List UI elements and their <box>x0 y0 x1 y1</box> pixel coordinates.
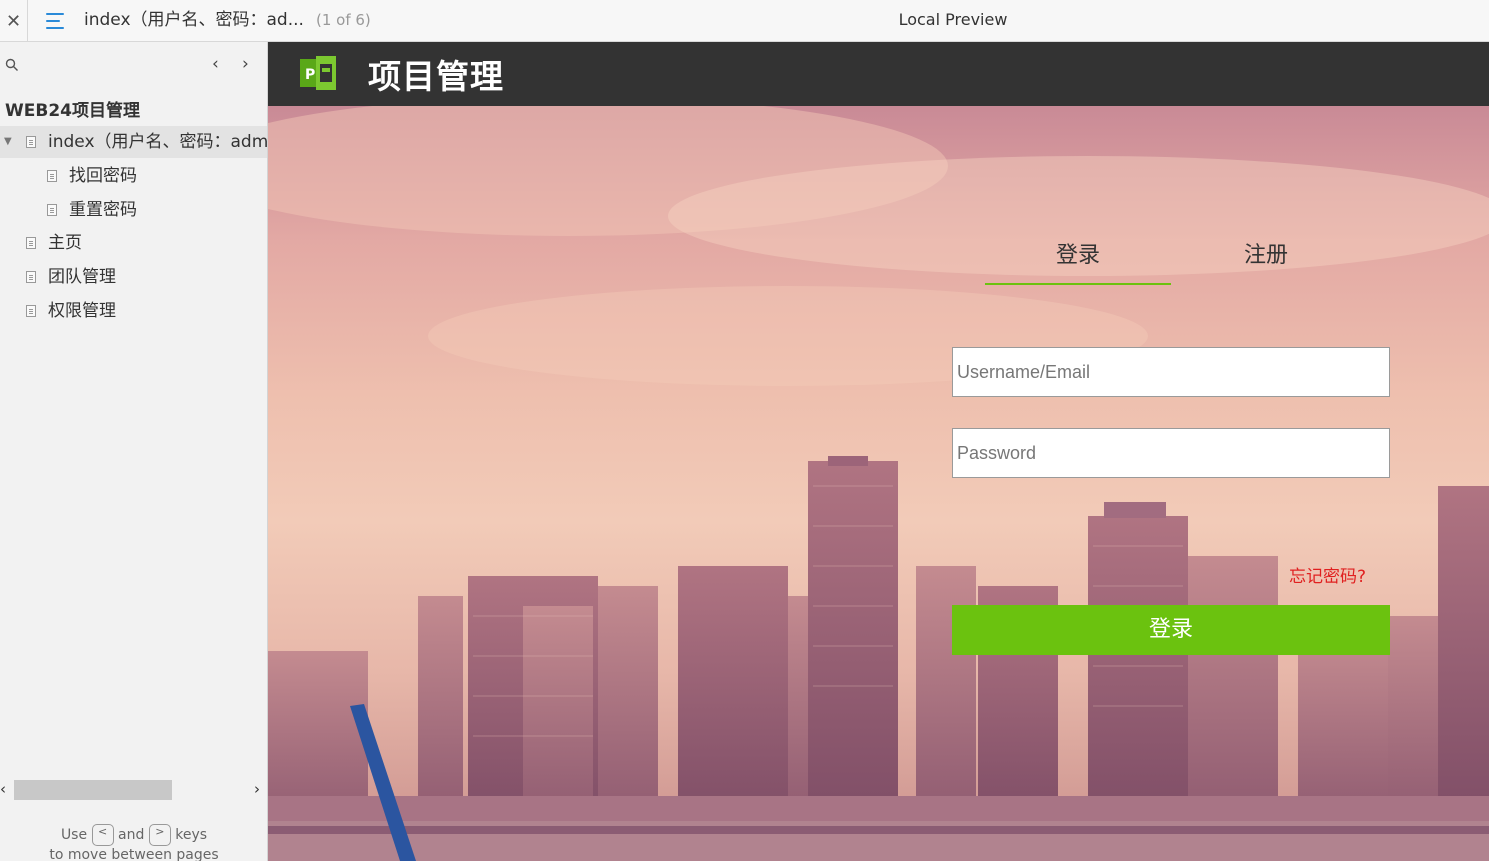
sidebar-item-label: index（用户名、密码：admin） <box>48 132 268 152</box>
next-page-icon[interactable]: › <box>242 54 249 74</box>
hint-text: and <box>118 827 145 843</box>
login-button[interactable]: 登录 <box>952 605 1390 655</box>
menu-icon[interactable] <box>44 10 68 32</box>
page-icon <box>47 204 57 216</box>
prev-page-icon[interactable]: ‹ <box>212 54 219 74</box>
search-icon[interactable] <box>5 58 19 72</box>
sidebar-item-index[interactable]: ▼ index（用户名、密码：admin） <box>0 126 268 158</box>
page-icon <box>26 237 36 249</box>
sidebar-item-reset-password[interactable]: 重置密码 <box>0 194 267 226</box>
page-icon <box>26 271 36 283</box>
app-title: 项目管理 <box>368 57 504 96</box>
page-icon <box>26 136 36 148</box>
sidebar-item-label: 权限管理 <box>48 301 116 321</box>
city-skyline-image <box>268 106 1489 861</box>
sidebar-item-home[interactable]: 主页 <box>0 227 267 259</box>
next-key-icon: > <box>148 824 171 846</box>
current-page-title[interactable]: index（用户名、密码：ad... <box>84 0 304 42</box>
tab-register[interactable]: 注册 <box>1173 231 1359 285</box>
close-button[interactable]: ✕ <box>0 0 28 42</box>
hint-text: keys <box>175 827 208 843</box>
keyboard-hint-line2: to move between pages <box>49 847 219 861</box>
scroll-right-arrow[interactable]: › <box>254 780 260 798</box>
sidebar: ‹ › WEB24项目管理 ▼ index（用户名、密码：admin） 找回密码… <box>0 42 268 861</box>
sidebar-item-team[interactable]: 团队管理 <box>0 261 267 293</box>
scroll-left-arrow[interactable]: ‹ <box>0 780 6 798</box>
prototype-preview: P 项目管理 登录 注册 Username/Email 忘记密码? 登录 <box>268 42 1489 861</box>
forgot-password-link[interactable]: 忘记密码? <box>1289 562 1366 587</box>
close-icon: ✕ <box>5 10 22 32</box>
tab-login[interactable]: 登录 <box>985 231 1171 285</box>
password-input[interactable] <box>952 428 1390 478</box>
app-header: P 项目管理 <box>268 42 1489 106</box>
page-counter: (1 of 6) <box>316 11 371 29</box>
sidebar-item-label: 重置密码 <box>69 200 137 220</box>
sidebar-item-permissions[interactable]: 权限管理 <box>0 295 267 327</box>
keyboard-hint: Use < and > keys <box>0 820 267 850</box>
horizontal-scrollbar[interactable] <box>14 780 172 800</box>
hint-text: Use <box>60 827 88 843</box>
username-input[interactable] <box>952 347 1390 397</box>
prev-key-icon: < <box>91 824 114 846</box>
preview-toolbar: ✕ index（用户名、密码：ad... (1 of 6) Local Prev… <box>0 0 1489 42</box>
sidebar-item-label: 主页 <box>48 233 82 253</box>
page-icon <box>26 305 36 317</box>
project-name: WEB24项目管理 <box>5 101 140 121</box>
login-hero-background: 登录 注册 忘记密码? 登录 <box>268 106 1489 861</box>
page-icon <box>47 170 57 182</box>
expand-arrow-icon[interactable]: ▼ <box>4 126 12 158</box>
sidebar-item-label: 团队管理 <box>48 267 116 287</box>
logo-letter: P <box>305 67 315 83</box>
project-logo-icon: P <box>300 56 336 90</box>
sidebar-item-find-password[interactable]: 找回密码 <box>0 160 267 192</box>
sidebar-item-label: 找回密码 <box>69 166 137 186</box>
